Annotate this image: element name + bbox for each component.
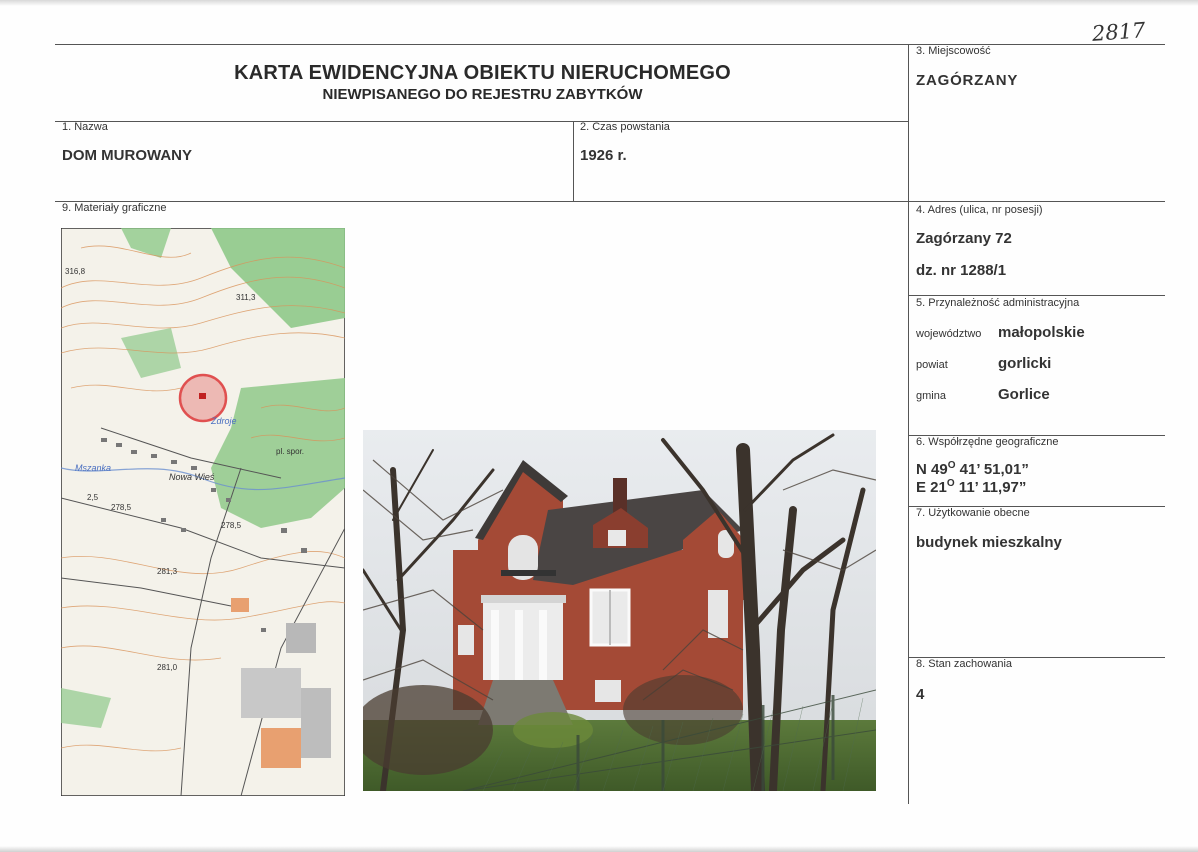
lon-degree-mark: O: [946, 478, 955, 489]
rule-mid-col: [573, 121, 574, 201]
topographic-map: 316,8 311,3 278,5 278,5 281,3 281,0 2,5 …: [61, 228, 345, 796]
value-miejscowosc: ZAGÓRZANY: [916, 72, 1019, 89]
label-adres: 4. Adres (ulica, nr posesji): [916, 204, 1043, 216]
rule-r4: [908, 295, 1165, 296]
label-miejscowosc: 3. Miejscowość: [916, 45, 991, 57]
document-subtitle: NIEWPISANEGO DO REJESTRU ZABYTKÓW: [322, 86, 643, 103]
label-czas: 2. Czas powstania: [580, 121, 670, 133]
label-stan: 8. Stan zachowania: [916, 658, 1013, 670]
rule-right-col: [908, 44, 909, 804]
label-wojewodztwo: województwo: [916, 328, 982, 340]
value-adres-line1: Zagórzany 72: [916, 230, 1012, 247]
label-uzytkowanie: 7. Użytkowanie obecne: [916, 507, 1030, 519]
label-powiat: powiat: [916, 359, 948, 371]
value-latitude: N 49O 41’ 51,01”: [916, 460, 1029, 478]
map-height-4: 278,5: [221, 521, 242, 530]
map-code-1: 2,5: [87, 493, 99, 502]
value-czas: 1926 r.: [580, 147, 627, 164]
map-code-2: pl. spor.: [276, 447, 304, 456]
value-nazwa: DOM MUROWANY: [62, 147, 192, 164]
scan-edge-top: [0, 0, 1198, 6]
map-height-6: 281,0: [157, 663, 178, 672]
label-wspolrzedne: 6. Współrzędne geograficzne: [916, 436, 1059, 448]
value-longitude: E 21O 11’ 11,97”: [916, 478, 1026, 496]
value-wojewodztwo: małopolskie: [998, 324, 1085, 341]
document-title: KARTA EWIDENCYJNA OBIEKTU NIERUCHOMEGO: [234, 62, 731, 84]
label-nazwa: 1. Nazwa: [62, 121, 108, 133]
value-uzytkowanie: budynek mieszkalny: [916, 534, 1062, 551]
label-przynaleznosc: 5. Przynależność administracyjna: [916, 297, 1080, 309]
label-materialy: 9. Materiały graficzne: [62, 202, 167, 214]
scan-edge-bottom: [0, 846, 1198, 852]
map-height-5: 281,3: [157, 567, 178, 576]
map-height-1: 316,8: [65, 267, 86, 276]
handwritten-number: 2817: [1091, 18, 1147, 46]
rule-row2: [55, 201, 1165, 202]
value-stan: 4: [916, 686, 925, 703]
map-place-zdroje: Zdroje: [210, 416, 237, 426]
building-photo: [363, 430, 876, 791]
map-height-3: 278,5: [111, 503, 132, 512]
map-place-nowa-wies: Nowa Wieś: [169, 472, 215, 482]
lat-rest: 41’ 51,01”: [955, 461, 1029, 478]
rule-top: [55, 44, 1165, 45]
map-height-2: 311,3: [236, 293, 256, 302]
lon-rest: 11’ 11,97”: [954, 479, 1027, 496]
value-gmina: Gorlice: [998, 386, 1050, 403]
rule-header-bottom: [55, 121, 908, 122]
value-adres-line2: dz. nr 1288/1: [916, 262, 1007, 279]
value-powiat: gorlicki: [998, 355, 1052, 372]
map-place-mszanka: Mszanka: [75, 463, 111, 473]
lat-prefix: N 49: [916, 461, 948, 478]
document-sheet: 2817 KARTA EWIDENCYJNA OBIEKTU NIERUCHOM…: [0, 0, 1198, 852]
lon-prefix: E 21: [916, 479, 947, 496]
label-gmina: gmina: [916, 390, 946, 402]
